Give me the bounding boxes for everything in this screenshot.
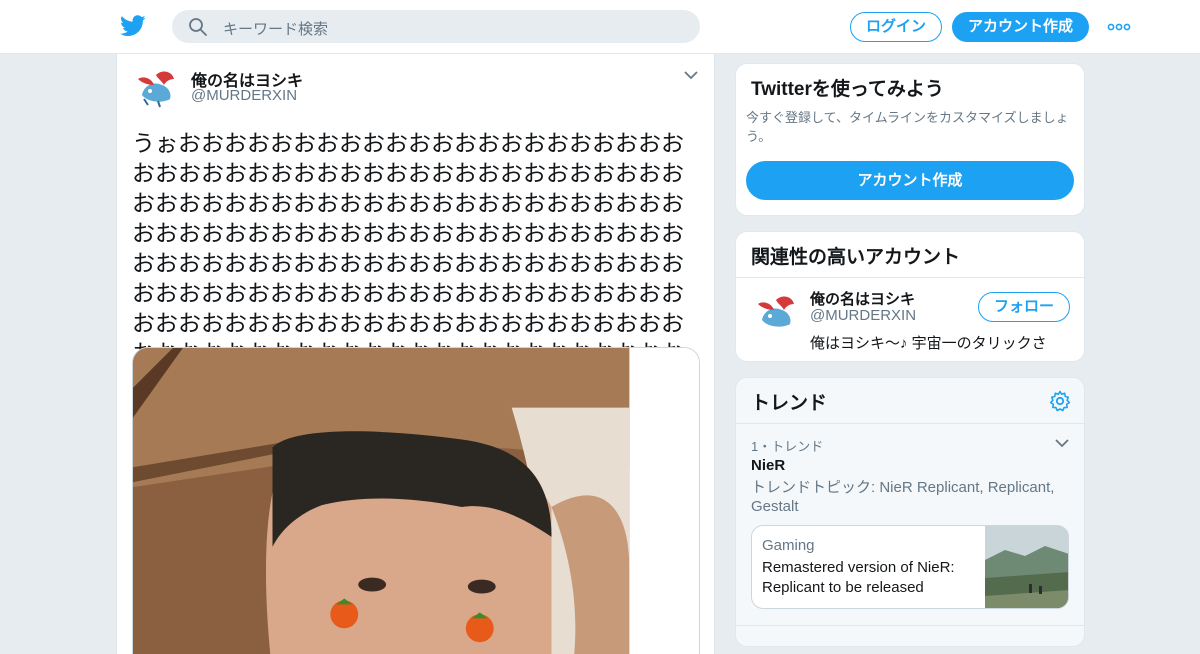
trend-meta: トレンドトピック: NieR Replicant, Replicant, Ges… [751,479,1055,515]
search-bar[interactable]: キーワード検索 [172,10,700,43]
divider [736,423,1084,424]
follow-button[interactable]: フォロー [978,292,1070,322]
chevron-down-icon[interactable] [683,68,699,82]
related-accounts-title: 関連性の高いアカウント [751,247,961,268]
trends-card: トレンド 1・トレンド NieR トレンドトピック: NieR Replican… [735,377,1085,647]
tweet-card: 俺の名はヨシキ @MURDERXIN うぉおおおおおおおおおおおおおおおおおおお… [116,54,715,654]
chevron-down-icon[interactable] [1054,436,1070,450]
top-bar: キーワード検索 ログイン アカウント作成 [0,0,1200,54]
news-category: Gaming [762,537,815,554]
trend-news-card[interactable]: Gaming Remastered version of NieR: Repli… [751,525,1069,609]
signup-card-button[interactable]: アカウント作成 [746,161,1074,200]
signup-card-title: Twitterを使ってみよう [751,79,944,100]
signup-card: Twitterを使ってみよう 今すぐ登録して、タイムラインをカスタマイズしましょ… [735,63,1085,216]
twitter-bird-icon[interactable] [120,14,146,38]
related-accounts-card: 関連性の高いアカウント 俺の名はヨシキ @MURDERXIN フォロー 俺はヨシ… [735,231,1085,362]
tweet-photo[interactable] [132,347,700,654]
related-account-name[interactable]: 俺の名はヨシキ [810,288,915,309]
divider [736,277,1084,278]
login-button[interactable]: ログイン [850,12,942,42]
trend-topic[interactable]: NieR [751,457,785,474]
trend-rank: 1・トレンド [751,439,824,454]
news-title: Remastered version of NieR: Replicant to… [762,559,955,596]
trends-title: トレンド [751,393,828,414]
related-account-handle[interactable]: @MURDERXIN [810,307,916,324]
related-account-bio: 俺はヨシキ～♪ 宇宙一のタリックさ [810,335,1047,352]
avatar[interactable] [754,290,798,334]
gear-icon[interactable] [1049,390,1071,412]
tweet-author-handle[interactable]: @MURDERXIN [191,87,297,104]
search-input[interactable]: キーワード検索 [223,18,328,39]
signup-card-desc: 今すぐ登録して、タイムラインをカスタマイズしましょう。 [746,110,1069,144]
news-thumbnail [985,526,1068,608]
more-dots-icon[interactable] [1106,17,1132,37]
search-icon [189,18,207,36]
avatar[interactable] [134,65,178,109]
divider [736,625,1084,626]
signup-button[interactable]: アカウント作成 [952,12,1089,42]
